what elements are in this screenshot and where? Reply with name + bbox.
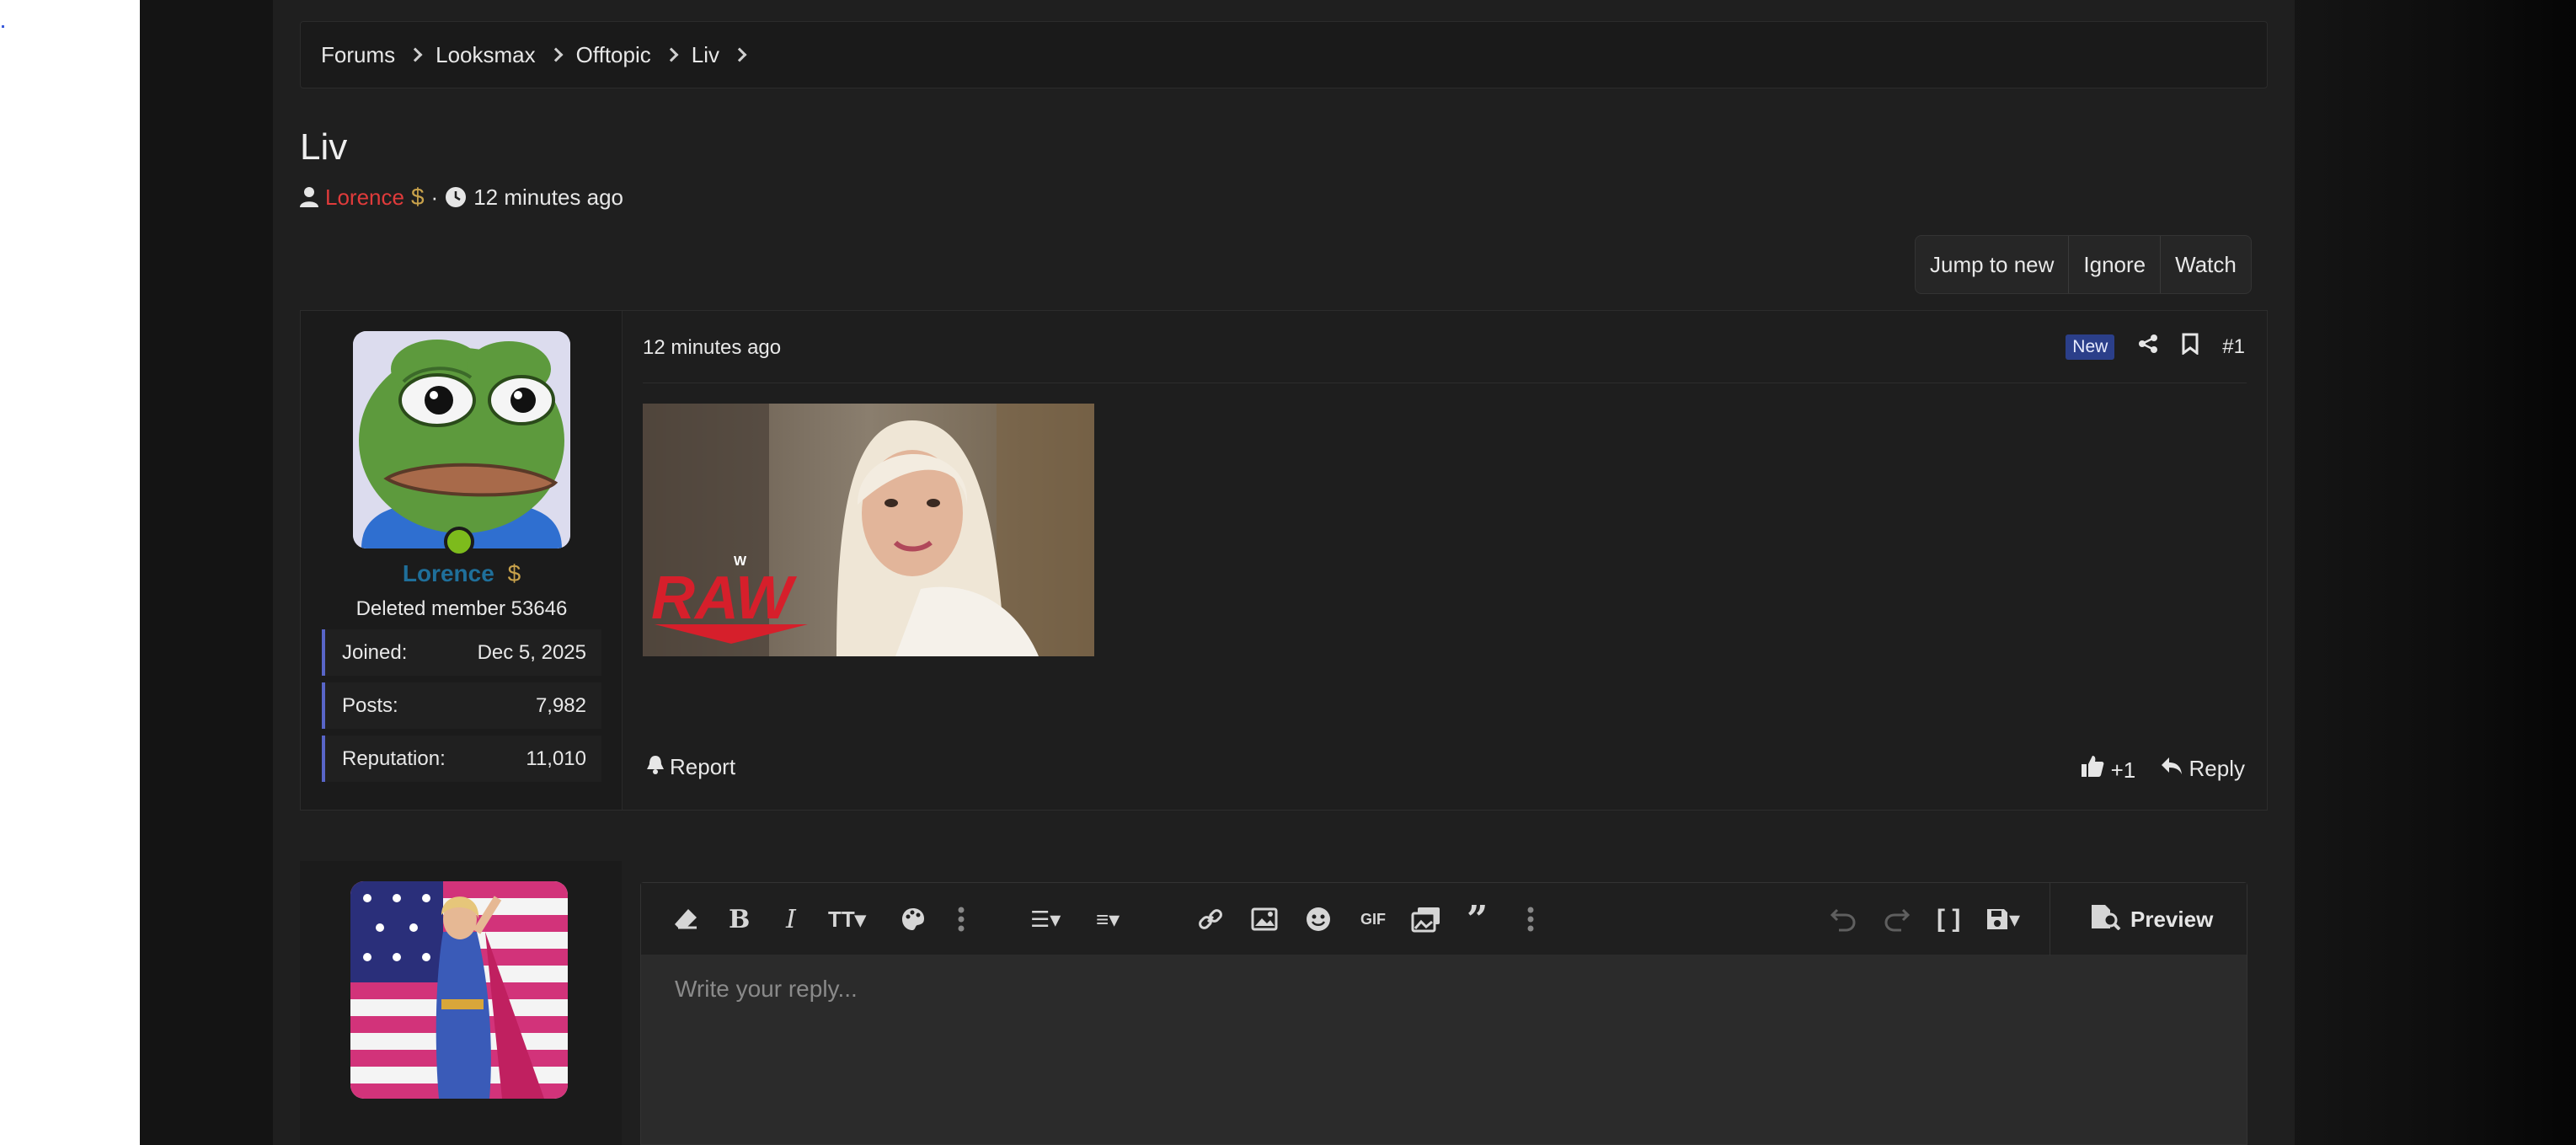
bookmark-icon[interactable] xyxy=(2182,333,2199,361)
new-badge: New xyxy=(2066,334,2115,360)
eraser-icon[interactable] xyxy=(673,902,698,937)
breadcrumb-label: Forums xyxy=(321,41,396,67)
breadcrumb-label: Liv xyxy=(691,41,719,67)
breadcrumb-label: Looksmax xyxy=(436,41,536,67)
link-icon[interactable] xyxy=(1197,902,1224,937)
stat-reputation: Reputation: 11,010 xyxy=(322,736,601,782)
redo-icon[interactable] xyxy=(1884,902,1910,937)
page-title: Liv xyxy=(300,126,348,168)
reply-button[interactable]: Reply xyxy=(2161,756,2245,782)
chevron-right-icon xyxy=(732,47,747,62)
breadcrumb-liv[interactable]: Liv xyxy=(691,41,747,68)
breadcrumb-offtopic[interactable]: Offtopic xyxy=(575,41,679,68)
post: Lorence $ Deleted member 53646 Joined: De… xyxy=(300,310,2268,811)
stat-label: Joined: xyxy=(342,640,408,664)
thumbs-up-icon xyxy=(2081,756,2104,783)
media-icon[interactable] xyxy=(1411,902,1441,937)
flag-avatar-image xyxy=(350,881,568,1099)
username-text: Lorence xyxy=(402,560,494,586)
more-vertical-icon[interactable] xyxy=(958,902,965,937)
reply-editor: B I TT▾ ☰▾ ≡▾ GIF ” [ ] ▾ Preview Write … xyxy=(640,882,2247,1145)
reply-arrow-icon xyxy=(2161,756,2183,781)
post-actions: New #1 xyxy=(2066,333,2245,361)
user-title: Deleted member 53646 xyxy=(355,597,568,620)
user-icon xyxy=(300,186,318,208)
undo-icon[interactable] xyxy=(1830,902,1856,937)
more-vertical-icon[interactable] xyxy=(1527,902,1534,937)
breadcrumb-looksmax[interactable]: Looksmax xyxy=(436,41,564,68)
preview-button[interactable]: Preview xyxy=(2090,902,2213,937)
reply-user-panel xyxy=(300,861,622,1145)
post-user-panel: Lorence $ Deleted member 53646 Joined: De… xyxy=(301,311,623,810)
save-draft-icon[interactable]: ▾ xyxy=(1985,902,2020,937)
stat-label: Reputation: xyxy=(342,746,446,770)
raw-logo-text: RAW xyxy=(651,564,798,632)
watch-button[interactable]: Watch xyxy=(2161,236,2251,293)
stat-value: Dec 5, 2025 xyxy=(477,640,586,664)
thread-meta: Lorence $ · 12 minutes ago xyxy=(300,184,623,211)
post-username[interactable]: Lorence $ xyxy=(301,560,623,587)
bold-icon[interactable]: B xyxy=(729,902,750,937)
chevron-right-icon xyxy=(664,47,679,62)
meta-separator: · xyxy=(430,184,439,210)
align-icon[interactable]: ≡▾ xyxy=(1096,902,1120,937)
breadcrumb-label: Offtopic xyxy=(575,41,651,67)
report-label: Report xyxy=(670,754,736,779)
reply-label: Reply xyxy=(2189,756,2245,781)
breadcrumb: Forums Looksmax Offtopic Liv xyxy=(300,21,2268,88)
emoji-icon[interactable] xyxy=(1305,902,1332,937)
avatar[interactable] xyxy=(353,331,570,548)
jump-to-new-button[interactable]: Jump to new xyxy=(1916,236,2070,293)
left-white-margin xyxy=(0,0,140,1145)
post-footer-actions: +1 Reply xyxy=(2081,754,2245,784)
stat-value: 11,010 xyxy=(526,746,586,770)
online-status-indicator xyxy=(444,527,474,557)
palette-icon[interactable] xyxy=(901,902,926,937)
stat-value: 7,982 xyxy=(535,693,586,717)
thread-author-link[interactable]: Lorence xyxy=(325,185,404,211)
dollar-badge-icon: $ xyxy=(507,560,521,586)
ignore-button[interactable]: Ignore xyxy=(2069,236,2162,293)
raw-promo-image: W RAW xyxy=(643,404,1094,656)
dollar-badge-icon: $ xyxy=(410,184,425,210)
quote-icon[interactable]: ” xyxy=(1467,898,1488,941)
bell-icon xyxy=(646,754,665,780)
preview-label: Preview xyxy=(2130,906,2214,932)
stray-pixel xyxy=(2,25,4,28)
current-user-avatar[interactable] xyxy=(350,881,568,1099)
thread-time-link[interactable]: 12 minutes ago xyxy=(473,185,623,211)
chevron-right-icon xyxy=(548,47,564,62)
pepe-avatar-image xyxy=(353,331,570,548)
editor-toolbar: B I TT▾ ☰▾ ≡▾ GIF ” [ ] ▾ Preview xyxy=(641,883,2247,955)
stat-label: Posts: xyxy=(342,693,398,717)
like-button[interactable]: +1 xyxy=(2081,754,2135,784)
preview-icon xyxy=(2090,903,2122,936)
stat-posts: Posts: 7,982 xyxy=(322,682,601,729)
italic-icon[interactable]: I xyxy=(786,902,796,937)
thread-action-buttons: Jump to new Ignore Watch xyxy=(1915,235,2252,294)
report-button[interactable]: Report xyxy=(646,754,735,780)
image-icon[interactable] xyxy=(1251,902,1278,937)
post-body: 12 minutes ago New #1 W RAW Report +1 Re… xyxy=(623,311,2267,810)
bbcode-toggle-icon[interactable]: [ ] xyxy=(1937,902,1960,937)
breadcrumb-forums[interactable]: Forums xyxy=(321,41,423,68)
post-number-link[interactable]: #1 xyxy=(2222,335,2245,359)
stat-joined: Joined: Dec 5, 2025 xyxy=(322,629,601,676)
text-size-icon[interactable]: TT▾ xyxy=(828,902,866,937)
post-date-link[interactable]: 12 minutes ago xyxy=(643,336,781,360)
share-icon[interactable] xyxy=(2138,334,2158,360)
list-icon[interactable]: ☰▾ xyxy=(1030,902,1061,937)
post-attached-image[interactable]: W RAW xyxy=(643,404,1094,656)
chevron-right-icon xyxy=(408,47,423,62)
reaction-count: +1 xyxy=(2110,757,2136,783)
right-gutter xyxy=(2291,0,2576,1145)
clock-icon xyxy=(445,186,467,208)
gif-icon[interactable]: GIF xyxy=(1360,902,1386,937)
reply-textarea[interactable]: Write your reply... xyxy=(675,976,858,1003)
